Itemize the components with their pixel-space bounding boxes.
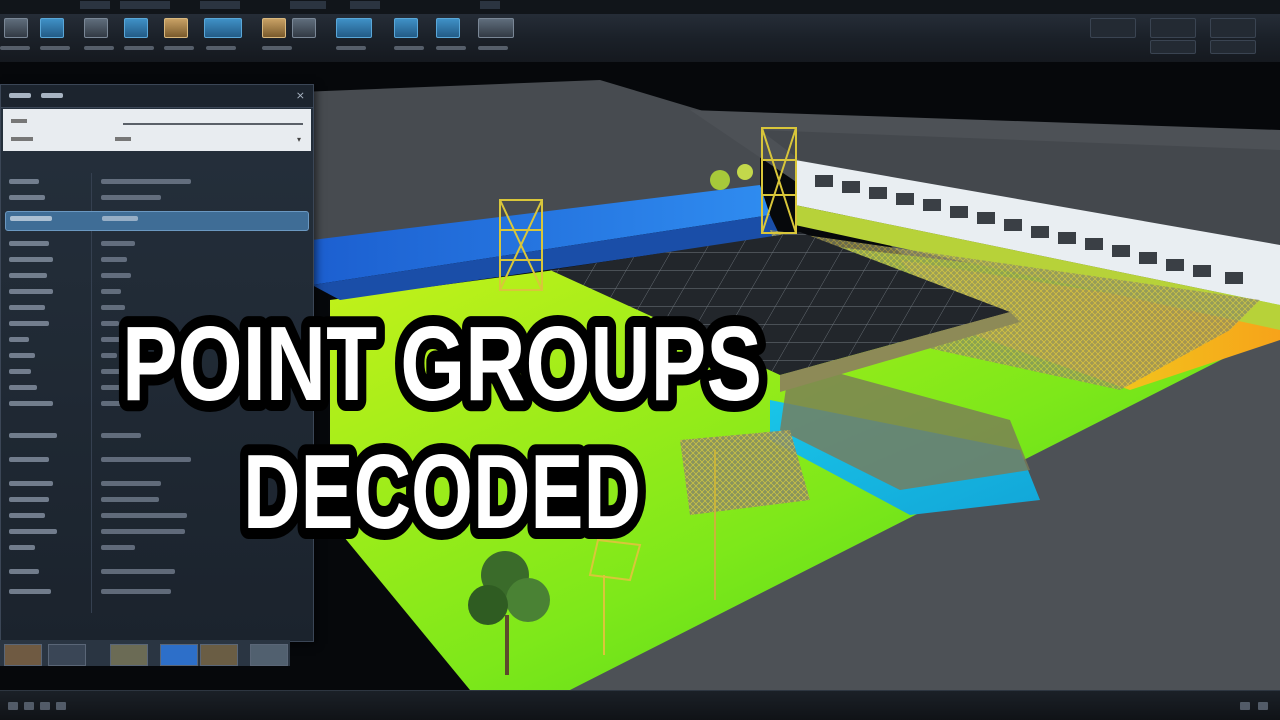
list-item-selected[interactable] — [5, 211, 309, 231]
toolbar-button-15[interactable] — [1210, 18, 1256, 38]
panel-header: ⨯ — [1, 85, 313, 108]
status-icon[interactable] — [1258, 702, 1268, 710]
list-item[interactable] — [5, 453, 307, 467]
toolbar-button-1[interactable] — [4, 18, 28, 38]
list-item[interactable] — [5, 493, 307, 507]
toolbar-button-7[interactable] — [262, 18, 286, 38]
ribbon-toolbar — [0, 0, 1280, 63]
toolbar-label — [394, 46, 424, 50]
status-icon[interactable] — [24, 702, 34, 710]
list-item[interactable] — [5, 237, 307, 251]
property-label — [11, 137, 33, 141]
toolbar-label — [436, 46, 466, 50]
list-item[interactable] — [5, 381, 307, 395]
ribbon-tab-insert[interactable] — [120, 1, 170, 9]
toolbar-button-17[interactable] — [1210, 40, 1256, 54]
list-item[interactable] — [5, 175, 307, 189]
toolbar-button-3[interactable] — [84, 18, 108, 38]
toolspace-panel: ⨯ ▾ — [0, 84, 314, 642]
list-item[interactable] — [5, 285, 307, 299]
toolbar-button-14[interactable] — [1150, 18, 1196, 38]
list-item[interactable] — [5, 317, 307, 331]
list-item[interactable] — [5, 365, 307, 379]
toolbar-label — [336, 46, 366, 50]
property-value — [115, 137, 131, 141]
panel-title-placeholder — [41, 93, 63, 98]
property-label — [11, 119, 27, 123]
status-icon[interactable] — [56, 702, 66, 710]
list-item[interactable] — [5, 585, 307, 599]
status-icon[interactable] — [1240, 702, 1250, 710]
toolbar-label — [40, 46, 70, 50]
list-item[interactable] — [5, 477, 307, 491]
panel-title-placeholder — [9, 93, 31, 98]
list-item[interactable] — [5, 397, 307, 411]
list-item[interactable] — [5, 269, 307, 283]
ribbon-tab-output[interactable] — [480, 1, 500, 9]
list-item[interactable] — [5, 333, 307, 347]
list-item[interactable] — [5, 191, 307, 205]
chevron-down-icon[interactable]: ▾ — [297, 135, 301, 144]
ribbon-tab-strip — [0, 0, 1280, 14]
toolbar-label — [478, 46, 508, 50]
toolbar-label — [124, 46, 154, 50]
list-item[interactable] — [5, 349, 307, 363]
ribbon-tab-home[interactable] — [80, 1, 110, 9]
list-item[interactable] — [5, 253, 307, 267]
toolbar-label — [262, 46, 292, 50]
toolbar-button-9[interactable] — [336, 18, 372, 38]
toolbar-button-2[interactable] — [40, 18, 64, 38]
toolbar-button-11[interactable] — [436, 18, 460, 38]
list-item[interactable] — [5, 565, 307, 579]
toolbar-label — [0, 46, 30, 50]
thumbnail[interactable] — [110, 644, 148, 666]
ribbon-right-group — [1090, 14, 1270, 58]
ribbon-tab-analyze[interactable] — [290, 1, 326, 9]
toolbar-label — [84, 46, 114, 50]
app-window: ⨯ ▾ POINT GROUPS DECODED — [0, 0, 1280, 720]
list-item[interactable] — [5, 541, 307, 555]
toolbar-label — [206, 46, 236, 50]
toolbar-button-8[interactable] — [292, 18, 316, 38]
thumbnail[interactable] — [250, 644, 288, 666]
toolbar-button-6[interactable] — [204, 18, 242, 38]
thumbnail[interactable] — [48, 644, 86, 666]
thumbnail[interactable] — [4, 644, 42, 666]
list-item[interactable] — [5, 429, 307, 443]
thumbnail[interactable] — [200, 644, 238, 666]
thumbnail[interactable] — [160, 644, 198, 666]
toolbar-button-5[interactable] — [164, 18, 188, 38]
status-icon[interactable] — [8, 702, 18, 710]
status-bar — [0, 690, 1280, 720]
toolbar-button-12[interactable] — [478, 18, 514, 38]
status-icon[interactable] — [40, 702, 50, 710]
close-icon[interactable]: ⨯ — [296, 89, 305, 102]
list-item[interactable] — [5, 509, 307, 523]
toolbar-button-10[interactable] — [394, 18, 418, 38]
toolbar-button-13[interactable] — [1090, 18, 1136, 38]
list-item[interactable] — [5, 525, 307, 539]
ribbon-tab-view[interactable] — [350, 1, 380, 9]
toolbar-button-16[interactable] — [1150, 40, 1196, 54]
panel-properties-area: ▾ — [3, 109, 311, 151]
list-item[interactable] — [5, 301, 307, 315]
ribbon-tab-modify[interactable] — [200, 1, 240, 9]
toolbar-label — [164, 46, 194, 50]
toolbar-button-4[interactable] — [124, 18, 148, 38]
property-slider[interactable] — [123, 123, 303, 125]
